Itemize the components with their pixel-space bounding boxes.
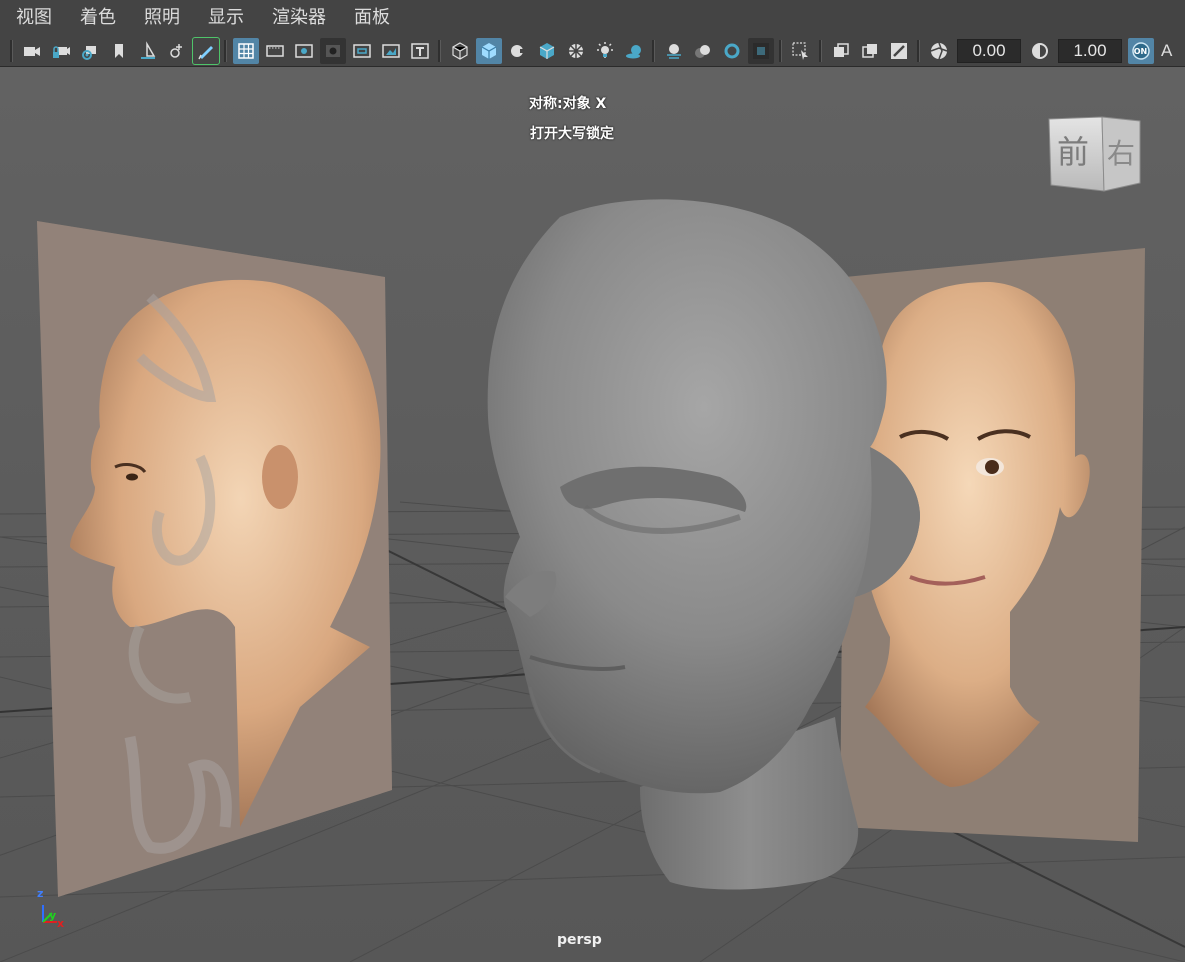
menu-panels[interactable]: 面板: [338, 0, 402, 36]
wireframe-on-shaded-icon[interactable]: [534, 38, 560, 64]
exposure-icon[interactable]: [926, 38, 952, 64]
panel-toolbar: 0.00 1.00 ON A: [0, 36, 1185, 67]
textured-icon[interactable]: [563, 38, 589, 64]
gamma-field[interactable]: 1.00: [1058, 39, 1122, 63]
default-material-icon[interactable]: [505, 38, 531, 64]
toolbar-separator: [10, 40, 13, 62]
smooth-shade-icon[interactable]: [475, 38, 502, 64]
color-management-label: ON: [1133, 46, 1148, 56]
toolbar-separator: [779, 40, 782, 62]
menu-view[interactable]: 视图: [0, 0, 64, 36]
menu-renderer[interactable]: 渲染器: [256, 0, 338, 36]
field-chart-icon[interactable]: [349, 38, 375, 64]
xray-joints-icon[interactable]: [886, 38, 912, 64]
3d-viewport[interactable]: z y x 对称:对象 X 打开大写锁定 前 右 persp: [0, 67, 1185, 962]
toolbar-separator: [917, 40, 920, 62]
xray-active-components-icon[interactable]: [857, 38, 883, 64]
resolution-gate-icon[interactable]: [291, 38, 317, 64]
toolbar-overflow-label[interactable]: A: [1161, 41, 1172, 61]
axis-z-label: z: [37, 887, 43, 900]
capslock-hud-message: 打开大写锁定: [530, 126, 614, 142]
2d-pan-zoom-icon[interactable]: [164, 38, 190, 64]
menu-show[interactable]: 显示: [192, 0, 256, 36]
axis-y-label: y: [49, 909, 56, 922]
grid-toggle-icon[interactable]: [232, 38, 259, 64]
viewcube-front-label: 前: [1057, 133, 1089, 171]
toolbar-separator: [224, 40, 227, 62]
isolate-select-icon[interactable]: [788, 38, 814, 64]
multisample-aa-icon[interactable]: [719, 38, 745, 64]
viewport-scene[interactable]: z y x: [0, 67, 1185, 962]
side-view-image-plane[interactable]: [37, 221, 392, 897]
image-plane-icon[interactable]: [135, 38, 161, 64]
menu-shading[interactable]: 着色: [64, 0, 128, 36]
maya-viewport-window: 视图 着色 照明 显示 渲染器 面板 0.00 1.00 ON A z y x …: [0, 0, 1185, 962]
gate-mask-icon[interactable]: [319, 38, 346, 64]
symmetry-hud-message: 对称:对象 X: [529, 96, 607, 112]
shadows-icon[interactable]: [621, 38, 647, 64]
gamma-icon[interactable]: [1027, 38, 1053, 64]
menu-lighting[interactable]: 照明: [128, 0, 192, 36]
safe-title-icon[interactable]: [407, 38, 433, 64]
axis-x-label: x: [57, 917, 64, 930]
bookmark-icon[interactable]: [106, 38, 132, 64]
depth-of-field-icon[interactable]: [747, 38, 774, 64]
toolbar-separator: [438, 40, 441, 62]
panel-menu-bar: 视图 着色 照明 显示 渲染器 面板: [0, 0, 1185, 36]
motion-blur-icon[interactable]: [690, 38, 716, 64]
camera-name-label: persp: [557, 932, 602, 948]
xray-icon[interactable]: [828, 38, 854, 64]
safe-action-icon[interactable]: [378, 38, 404, 64]
grease-pencil-icon[interactable]: [191, 37, 220, 65]
viewcube[interactable]: 前 右: [1044, 115, 1144, 195]
lock-camera-icon[interactable]: [48, 38, 74, 64]
toolbar-separator: [819, 40, 822, 62]
toolbar-separator: [652, 40, 655, 62]
wireframe-icon[interactable]: [447, 38, 473, 64]
viewcube-right-label: 右: [1107, 137, 1135, 170]
camera-attributes-icon[interactable]: [77, 38, 103, 64]
select-camera-icon[interactable]: [19, 38, 45, 64]
color-management-toggle[interactable]: ON: [1127, 38, 1154, 64]
film-gate-icon[interactable]: [262, 38, 288, 64]
screen-space-ao-icon[interactable]: [661, 38, 687, 64]
exposure-field[interactable]: 0.00: [957, 39, 1021, 63]
use-all-lights-icon[interactable]: [592, 38, 618, 64]
